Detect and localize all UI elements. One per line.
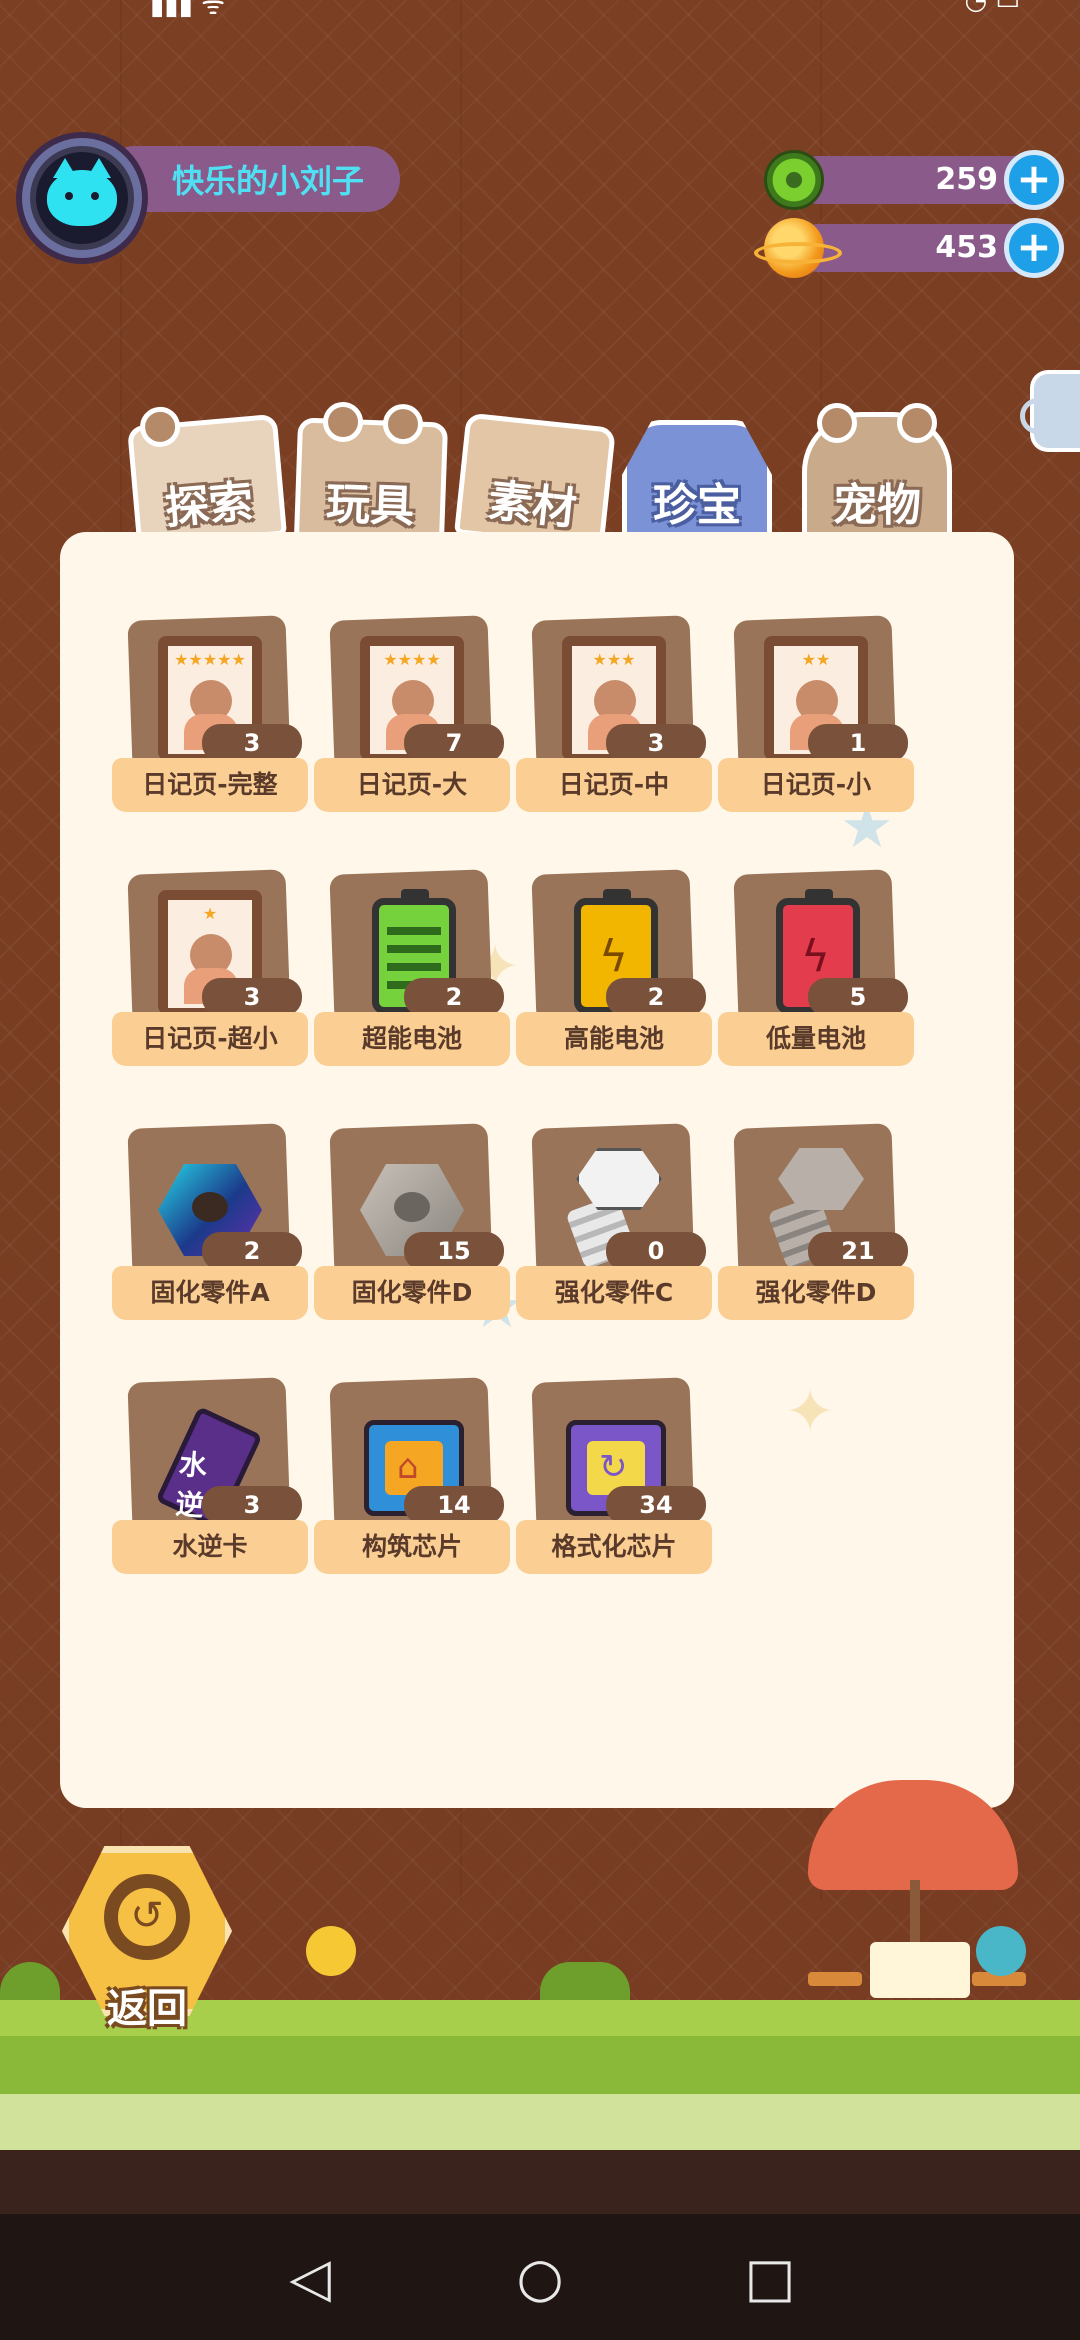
status-left: ▮▮▮ ᯤ — [150, 0, 225, 20]
inventory-panel: ★ ✦ ★ ✦ ★★★★★ 3 日记页-完整 ★★★★ 7 日记页-大 ★★★ … — [60, 532, 1014, 1808]
item-count: 2 — [202, 1232, 302, 1270]
item-count: 2 — [606, 978, 706, 1016]
donut-coin-icon — [764, 150, 824, 210]
item-name: 构筑芯片 — [314, 1520, 510, 1574]
return-arrow-icon: ↺ — [104, 1874, 190, 1960]
tab-label: 宠物 — [833, 480, 921, 531]
tab-label: 探索 — [163, 476, 256, 535]
tab-pets[interactable]: 宠物 — [802, 403, 952, 552]
currency-value: 453 — [935, 230, 998, 265]
inventory-item[interactable]: ↻ 34 格式化芯片 — [516, 1377, 712, 1580]
inventory-item[interactable]: ★★ 1 日记页-小 — [718, 615, 914, 818]
add-currency-button[interactable]: + — [1004, 150, 1064, 210]
nav-recents-button[interactable]: □ — [740, 2248, 800, 2308]
item-name: 固化零件A — [112, 1266, 308, 1320]
planet-coin-icon — [754, 218, 842, 278]
player-name: 快乐的小刘子 — [102, 146, 401, 212]
inventory-item[interactable]: 21 强化零件D — [718, 1123, 914, 1326]
inventory-item[interactable]: ϟ 5 低量电池 — [718, 869, 914, 1072]
chick-pet[interactable] — [306, 1926, 356, 1976]
tab-explore[interactable]: 探索 — [126, 405, 288, 549]
item-count: 15 — [404, 1232, 504, 1270]
nav-home-button[interactable]: ○ — [510, 2248, 570, 2308]
item-count: 14 — [404, 1486, 504, 1524]
water-drop-pet[interactable] — [976, 1926, 1026, 1976]
inventory-item[interactable]: 2 固化零件A — [112, 1123, 308, 1326]
inventory-item[interactable]: 水逆 3 水逆卡 — [112, 1377, 308, 1580]
sparkle-decoration-icon: ✦ — [785, 1377, 836, 1447]
avatar[interactable] — [22, 138, 142, 258]
tab-toys[interactable]: 玩具 — [293, 401, 449, 545]
side-menu-tab[interactable] — [1020, 370, 1080, 452]
item-name: 超能电池 — [314, 1012, 510, 1066]
currency-planet: 453 + — [754, 218, 1064, 278]
inventory-item[interactable]: ★ 3 日记页-超小 — [112, 869, 308, 1072]
item-name: 高能电池 — [516, 1012, 712, 1066]
item-name: 低量电池 — [718, 1012, 914, 1066]
cat-avatar-icon — [47, 158, 117, 226]
tab-label: 素材 — [486, 475, 579, 536]
item-count: 3 — [202, 978, 302, 1016]
inventory-item[interactable]: ★★★★ 7 日记页-大 — [314, 615, 510, 818]
status-bar: ▮▮▮ ᯤ ◔ ▭ — [0, 0, 1080, 20]
inventory-item[interactable]: ϟ 2 高能电池 — [516, 869, 712, 1072]
item-name: 固化零件D — [314, 1266, 510, 1320]
inventory-item[interactable]: ★★★ 3 日记页-中 — [516, 615, 712, 818]
tab-label: 玩具 — [325, 478, 416, 533]
currency-donut: 259 + — [764, 150, 1064, 210]
item-name: 强化零件C — [516, 1266, 712, 1320]
item-count: 5 — [808, 978, 908, 1016]
item-name: 水逆卡 — [112, 1520, 308, 1574]
item-name: 格式化芯片 — [516, 1520, 712, 1574]
inventory-item[interactable]: 0 强化零件C — [516, 1123, 712, 1326]
tab-treasure[interactable]: 珍宝 — [622, 420, 772, 542]
inventory-item[interactable]: ⌂ 14 构筑芯片 — [314, 1377, 510, 1580]
item-name: 强化零件D — [718, 1266, 914, 1320]
item-name: 日记页-超小 — [112, 1012, 308, 1066]
back-button[interactable]: ↺ 返回 — [62, 1846, 232, 2036]
item-count: 2 — [404, 978, 504, 1016]
inventory-item[interactable]: ★★★★★ 3 日记页-完整 — [112, 615, 308, 818]
inventory-item[interactable]: 15 固化零件D — [314, 1123, 510, 1326]
inventory-item[interactable]: 2 超能电池 — [314, 869, 510, 1072]
system-nav-bar: ◁ ○ □ — [0, 2214, 1080, 2340]
back-label: 返回 — [107, 1986, 187, 2032]
item-count: 0 — [606, 1232, 706, 1270]
status-right: ◔ ▭ — [964, 0, 1020, 16]
item-name: 日记页-小 — [718, 758, 914, 812]
tab-materials[interactable]: 素材 — [454, 412, 616, 550]
item-name: 日记页-完整 — [112, 758, 308, 812]
currency-value: 259 — [935, 162, 998, 197]
item-count: 1 — [808, 724, 908, 762]
item-count: 3 — [606, 724, 706, 762]
item-name: 日记页-大 — [314, 758, 510, 812]
item-count: 3 — [202, 724, 302, 762]
tab-label: 珍宝 — [653, 480, 741, 531]
item-count: 7 — [404, 724, 504, 762]
add-currency-button[interactable]: + — [1004, 218, 1064, 278]
item-name: 日记页-中 — [516, 758, 712, 812]
item-count: 3 — [202, 1486, 302, 1524]
table-decoration — [870, 1942, 970, 1998]
item-count: 21 — [808, 1232, 908, 1270]
item-count: 34 — [606, 1486, 706, 1524]
nav-back-button[interactable]: ◁ — [280, 2248, 340, 2308]
